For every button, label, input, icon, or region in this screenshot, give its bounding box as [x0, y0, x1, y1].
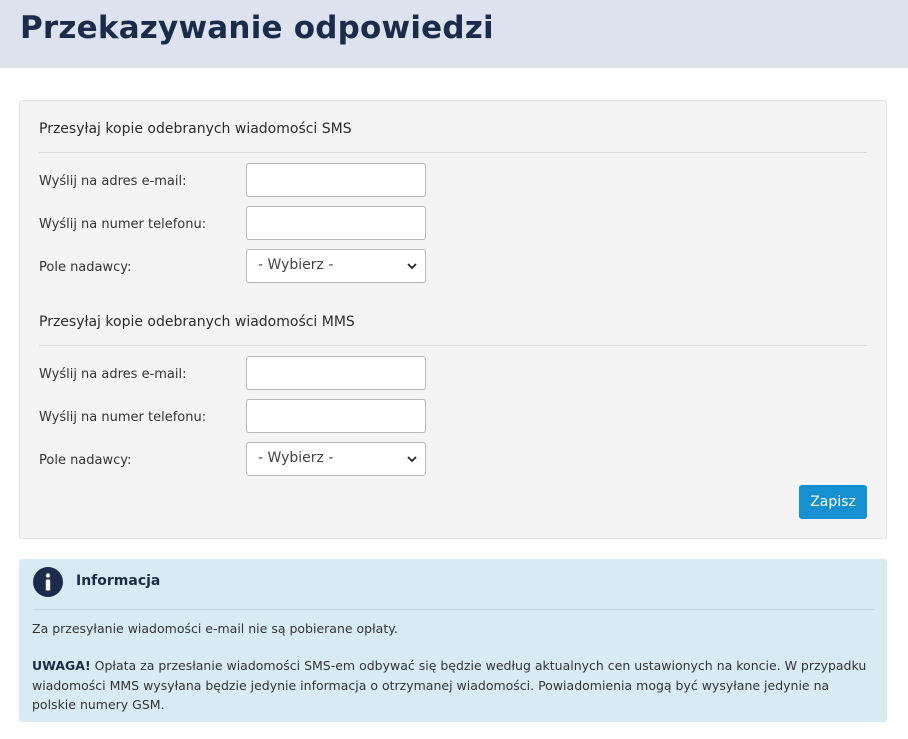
page-title: Przekazywanie odpowiedzi	[20, 10, 494, 46]
forwarding-settings-panel: Przesyłaj kopie odebranych wiadomości SM…	[19, 100, 887, 539]
mms-section-title: Przesyłaj kopie odebranych wiadomości MM…	[39, 314, 355, 330]
info-icon	[33, 567, 63, 597]
warning-label: UWAGA!	[32, 658, 91, 673]
sms-sender-selected: - Wybierz -	[258, 257, 334, 273]
chevron-down-icon	[407, 263, 417, 270]
page-header: Przekazywanie odpowiedzi	[0, 0, 908, 68]
sms-phone-input[interactable]	[246, 206, 426, 240]
sms-section-divider	[39, 152, 867, 153]
info-title: Informacja	[76, 573, 161, 589]
warning-text: Opłata za przesłanie wiadomości SMS-em o…	[32, 658, 867, 712]
chevron-down-icon	[407, 456, 417, 463]
mms-phone-input[interactable]	[246, 399, 426, 433]
info-divider	[33, 609, 875, 610]
mms-phone-label: Wyślij na numer telefonu:	[39, 410, 207, 425]
sms-phone-label: Wyślij na numer telefonu:	[39, 217, 207, 232]
sms-section-title: Przesyłaj kopie odebranych wiadomości SM…	[39, 121, 352, 137]
info-text-warning: UWAGA! Opłata za przesłanie wiadomości S…	[32, 656, 872, 715]
save-button[interactable]: Zapisz	[799, 485, 867, 519]
mms-sender-label: Pole nadawcy:	[39, 453, 132, 468]
mms-email-label: Wyślij na adres e-mail:	[39, 367, 187, 382]
sms-sender-label: Pole nadawcy:	[39, 260, 132, 275]
info-text-fees: Za przesyłanie wiadomości e-mail nie są …	[32, 621, 398, 636]
sms-email-label: Wyślij na adres e-mail:	[39, 174, 187, 189]
mms-sender-selected: - Wybierz -	[258, 450, 334, 466]
sms-sender-select[interactable]: - Wybierz -	[246, 249, 426, 283]
mms-section-divider	[39, 345, 867, 346]
info-box: Informacja Za przesyłanie wiadomości e-m…	[19, 559, 887, 722]
mms-sender-select[interactable]: - Wybierz -	[246, 442, 426, 476]
mms-email-input[interactable]	[246, 356, 426, 390]
sms-email-input[interactable]	[246, 163, 426, 197]
